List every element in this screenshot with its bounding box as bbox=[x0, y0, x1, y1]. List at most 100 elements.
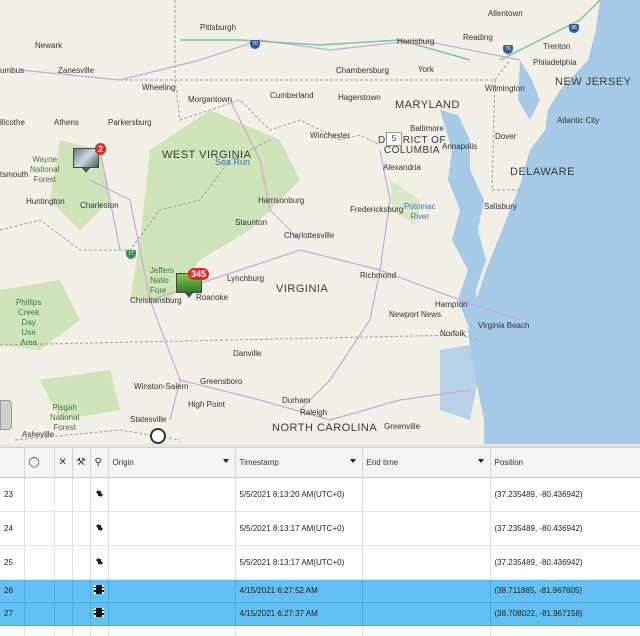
city-label: umbus bbox=[0, 66, 25, 75]
cell bbox=[362, 625, 491, 636]
city-label: Winston-Salem bbox=[134, 382, 189, 391]
state-label-maryland: MARYLAND bbox=[395, 99, 460, 111]
city-label: York bbox=[418, 65, 434, 74]
city-label: Dover bbox=[495, 132, 517, 141]
table-row[interactable]: 26 4/15/2021 6:27:52 AM (38.711885, -81.… bbox=[0, 579, 640, 603]
satellite-icon bbox=[95, 489, 104, 498]
city-label: Raleigh bbox=[300, 408, 328, 417]
map-compass-icon[interactable] bbox=[150, 428, 166, 444]
row-id: 26 bbox=[0, 579, 25, 603]
satellite-icon bbox=[95, 523, 104, 532]
position-cell: (37.235489, -80.436942) bbox=[490, 545, 640, 580]
end-time-cell bbox=[362, 545, 491, 580]
city-label: Allentown bbox=[488, 9, 523, 18]
results-grid[interactable]: ◯ ✕ ⚒ ⚲ Origin Timestamp End time Positi… bbox=[0, 448, 640, 636]
table-row[interactable]: 27 4/15/2021 6:27:37 AM (38.708022, -81.… bbox=[0, 602, 640, 626]
city-label: Christiansburg bbox=[130, 296, 182, 305]
cell bbox=[90, 625, 109, 636]
origin-column-header[interactable]: Origin bbox=[108, 448, 236, 478]
city-label: Philadelphia bbox=[533, 58, 577, 67]
city-label: Huntington bbox=[26, 197, 65, 206]
timestamp-cell: 4/15/2021 6:27:52 AM bbox=[235, 579, 363, 603]
city-label: Newport News bbox=[389, 310, 442, 319]
city-label: tsmouth bbox=[0, 170, 29, 179]
photo-cluster-marker[interactable]: 2 bbox=[73, 143, 106, 168]
cell bbox=[108, 625, 236, 636]
origin-cell bbox=[108, 579, 236, 603]
end-time-column-header[interactable]: End time bbox=[362, 448, 491, 478]
cell bbox=[235, 625, 363, 636]
city-label: Greensboro bbox=[200, 377, 243, 386]
cell bbox=[24, 579, 55, 603]
table-row[interactable]: 24 5/5/2021 8:13:17 AM(UTC+0) (37.235489… bbox=[0, 511, 640, 546]
park-label-jefferson: Jeffers Natio Fore bbox=[150, 266, 174, 295]
panel-toggle-button[interactable] bbox=[0, 400, 12, 430]
row-id: 27 bbox=[0, 602, 25, 626]
city-label: Baltimore bbox=[410, 124, 444, 133]
location-column-header[interactable]: ⚲ bbox=[90, 448, 109, 478]
dc-count-marker[interactable]: 5 bbox=[386, 132, 402, 146]
position-cell: (38.711885, -81.967605) bbox=[490, 579, 640, 603]
cell bbox=[24, 602, 55, 626]
filter-dropdown-icon[interactable] bbox=[477, 459, 484, 463]
park-label-pisgah: Pisgah National Forest bbox=[50, 403, 80, 432]
tool-column-header[interactable]: ⚒ bbox=[72, 448, 91, 478]
delete-column-header[interactable]: ✕ bbox=[54, 448, 73, 478]
city-label: Norfolk bbox=[440, 329, 466, 338]
city-label: Charleston bbox=[80, 201, 119, 210]
state-label-virginia: VIRGINIA bbox=[276, 283, 329, 295]
cell bbox=[90, 602, 109, 626]
city-label: Zanesville bbox=[58, 66, 95, 75]
timestamp-column-header[interactable]: Timestamp bbox=[235, 448, 363, 478]
cluster-count-badge: 2 bbox=[94, 143, 106, 155]
filter-dropdown-icon[interactable] bbox=[349, 459, 356, 463]
city-label: Reading bbox=[463, 33, 493, 42]
tag-column-header[interactable]: ◯ bbox=[24, 448, 55, 478]
city-label: Chambersburg bbox=[336, 66, 389, 75]
location-pin-icon: ⚲ bbox=[94, 456, 102, 468]
city-label: Fredericksburg bbox=[350, 205, 404, 214]
table-row[interactable] bbox=[0, 625, 640, 636]
city-label: Athens bbox=[54, 118, 79, 127]
pickaxe-icon: ⚒ bbox=[76, 456, 86, 468]
state-label-dc: DISTRICT OF COLUMBIA bbox=[377, 135, 447, 156]
table-row[interactable]: 25 5/5/2021 8:13:17 AM(UTC+0) (37.235489… bbox=[0, 545, 640, 580]
city-label: Harrisonburg bbox=[258, 196, 305, 205]
cell bbox=[72, 545, 91, 580]
city-label: Staunton bbox=[235, 218, 268, 227]
origin-cell bbox=[108, 511, 236, 546]
state-label-delaware: DELAWARE bbox=[510, 166, 575, 178]
position-cell: (37.235489, -80.436942) bbox=[490, 477, 640, 512]
position-column-header[interactable]: Position bbox=[490, 448, 640, 478]
photo-cluster-marker[interactable]: 345 bbox=[176, 268, 209, 293]
marker-pointer-icon bbox=[82, 168, 90, 173]
city-label: Richmond bbox=[360, 271, 397, 280]
satellite-icon bbox=[95, 557, 104, 566]
cell bbox=[90, 511, 109, 546]
end-time-cell bbox=[362, 579, 491, 603]
map-view[interactable]: WEST VIRGINIA MARYLAND DISTRICT OF COLUM… bbox=[0, 0, 640, 444]
cell bbox=[72, 625, 91, 636]
cell bbox=[24, 477, 55, 512]
filter-dropdown-icon[interactable] bbox=[222, 459, 229, 463]
row-id: 23 bbox=[0, 477, 25, 512]
city-label: Morgantown bbox=[188, 95, 233, 104]
cell bbox=[54, 477, 73, 512]
end-time-cell bbox=[362, 511, 491, 546]
cluster-count-badge: 345 bbox=[187, 268, 209, 280]
cell bbox=[24, 511, 55, 546]
water-label-sea-run: Sea Run bbox=[215, 157, 251, 167]
city-label: Lynchburg bbox=[227, 274, 265, 283]
id-column-header[interactable] bbox=[0, 448, 25, 478]
city-label: Parkersburg bbox=[108, 118, 152, 127]
city-label: Pittsburgh bbox=[200, 23, 237, 32]
end-time-cell bbox=[362, 477, 491, 512]
position-cell: (38.708022, -81.967158) bbox=[490, 602, 640, 626]
city-label: Salisbury bbox=[484, 202, 517, 211]
city-label: Statesville bbox=[130, 415, 167, 424]
city-label: Annapolis bbox=[442, 142, 478, 151]
film-icon bbox=[94, 585, 104, 594]
table-row[interactable]: 23 5/5/2021 8:13:20 AM(UTC+0) (37.235489… bbox=[0, 477, 640, 512]
state-label-new-jersey: NEW JERSEY bbox=[555, 76, 632, 88]
position-cell: (37.235489, -80.436942) bbox=[490, 511, 640, 546]
